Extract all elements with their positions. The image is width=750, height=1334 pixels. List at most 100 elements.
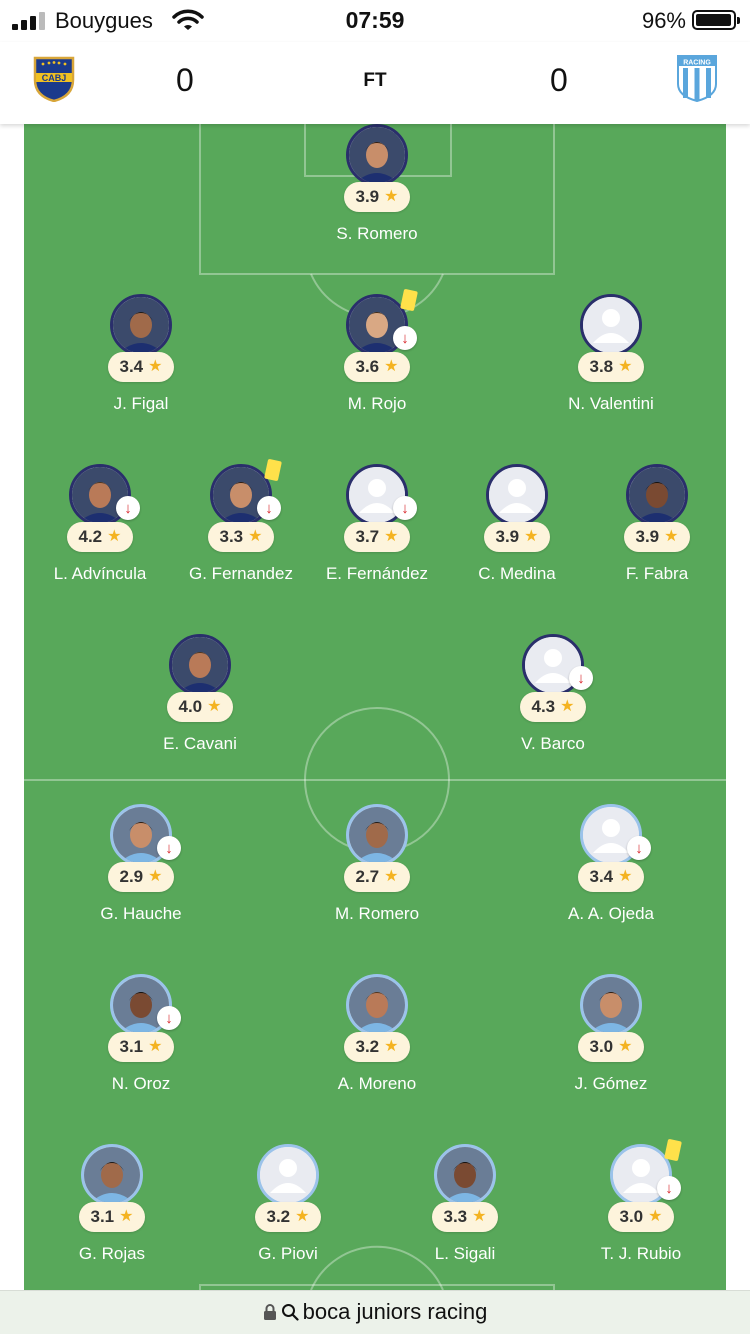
player-rating: 3.7 ★ [344, 522, 410, 552]
person-placeholder-icon [489, 467, 545, 523]
player-rating: 3.4 ★ [108, 352, 174, 382]
url-bar[interactable]: boca juniors racing [0, 1290, 750, 1334]
player-name: F. Fabra [625, 564, 689, 583]
yellow-card-icon [264, 458, 282, 482]
player-photo [113, 297, 169, 353]
match-status: FT [363, 70, 387, 91]
away-player-a-moreno[interactable]: 3.2 ★ A. Moreno [302, 974, 452, 1104]
rating-value: 4.3 [531, 697, 556, 716]
player-avatar [110, 294, 172, 356]
player-rating: 3.1 ★ [108, 1032, 174, 1062]
away-player-m-romero[interactable]: 2.7 ★ M. Romero [302, 804, 452, 934]
player-name: G. Hauche [100, 904, 182, 923]
player-rating: 4.2 ★ [67, 522, 133, 552]
yellow-card-icon [400, 288, 418, 312]
player-photo [349, 977, 405, 1033]
person-placeholder-icon [583, 297, 639, 353]
player-rating: 3.9 ★ [624, 522, 690, 552]
player-avatar [486, 464, 548, 526]
player-rating: 3.1 ★ [79, 1202, 145, 1232]
rating-value: 3.6 [355, 357, 380, 376]
rating-value: 3.4 [119, 357, 144, 376]
player-avatar [580, 294, 642, 356]
home-player-s-romero[interactable]: 3.9 ★ S. Romero [302, 124, 452, 254]
player-rating: 3.3 ★ [208, 522, 274, 552]
rating-value: 3.9 [635, 527, 660, 546]
player-rating: 3.9 ★ [484, 522, 550, 552]
away-player-g-rojas[interactable]: 3.1 ★ G. Rojas [37, 1144, 187, 1274]
rating-value: 3.0 [589, 1037, 614, 1056]
star-icon: ★ [618, 1038, 633, 1055]
player-name: A. A. Ojeda [568, 904, 654, 923]
player-name: G. Rojas [78, 1244, 146, 1263]
player-photo [583, 977, 639, 1033]
player-rating: 4.3 ★ [520, 692, 586, 722]
home-player-v-barco[interactable]: ↓ 4.3 ★ V. Barco [478, 634, 628, 764]
player-rating: 3.6 ★ [344, 352, 410, 382]
star-icon: ★ [119, 1208, 134, 1225]
away-player-t-j-rubio[interactable]: ↓ 3.0 ★ T. J. Rubio [566, 1138, 716, 1274]
player-name: S. Romero [336, 224, 418, 243]
pitch: 3.9 ★ S. Romero 3.4 ★ J. Figal ↓ 3.6 ★ M. Rojo 3.8… [24, 124, 726, 1290]
home-player-n-valentini[interactable]: 3.8 ★ N. Valentini [536, 294, 686, 424]
player-name: J. Figal [113, 394, 169, 413]
score-header: CABJ 0 FT 0 RACING [0, 42, 750, 124]
star-icon: ★ [107, 528, 122, 545]
substitution-out-icon: ↓ [627, 836, 651, 860]
player-name: V. Barco [521, 734, 585, 753]
player-avatar [346, 124, 408, 186]
star-icon: ★ [384, 188, 399, 205]
player-rating: 3.0 ★ [578, 1032, 644, 1062]
player-name: L. Sigali [434, 1244, 496, 1263]
star-icon: ★ [295, 1208, 310, 1225]
player-avatar [580, 974, 642, 1036]
away-team-logo[interactable]: RACING [676, 54, 718, 102]
away-player-g-piovi[interactable]: 3.2 ★ G. Piovi [213, 1144, 363, 1274]
rating-value: 3.8 [589, 357, 614, 376]
star-icon: ★ [618, 358, 633, 375]
star-icon: ★ [148, 868, 163, 885]
battery-percent: 96% [641, 8, 686, 33]
substitution-out-icon: ↓ [116, 496, 140, 520]
away-player-n-oroz[interactable]: ↓ 3.1 ★ N. Oroz [66, 974, 216, 1104]
player-photo [349, 807, 405, 863]
player-photo [437, 1147, 493, 1203]
player-name: M. Romero [334, 904, 420, 923]
clock: 07:59 [345, 7, 405, 33]
player-rating: 4.0 ★ [167, 692, 233, 722]
rating-value: 3.2 [355, 1037, 380, 1056]
yellow-card-icon [664, 1138, 682, 1162]
player-avatar [257, 1144, 319, 1206]
substitution-out-icon: ↓ [157, 836, 181, 860]
player-avatar [434, 1144, 496, 1206]
substitution-out-icon: ↓ [393, 326, 417, 350]
home-player-f-fabra[interactable]: 3.9 ★ F. Fabra [582, 464, 726, 594]
player-name: A. Moreno [337, 1074, 417, 1093]
star-icon: ★ [148, 1038, 163, 1055]
rating-value: 3.4 [589, 867, 614, 886]
home-player-j-figal[interactable]: 3.4 ★ J. Figal [66, 294, 216, 424]
player-rating: 3.3 ★ [432, 1202, 498, 1232]
away-player-g-hauche[interactable]: ↓ 2.9 ★ G. Hauche [66, 804, 216, 934]
person-placeholder-icon [260, 1147, 316, 1203]
away-logo-text: RACING [683, 60, 711, 67]
star-icon: ★ [384, 1038, 399, 1055]
lock-icon [263, 1304, 276, 1320]
away-score: 0 [550, 62, 568, 98]
search-icon [281, 1304, 299, 1321]
substitution-out-icon: ↓ [393, 496, 417, 520]
player-rating: 3.9 ★ [344, 182, 410, 212]
home-player-e-cavani[interactable]: 4.0 ★ E. Cavani [125, 634, 275, 764]
away-player-a-a-ojeda[interactable]: ↓ 3.4 ★ A. A. Ojeda [536, 804, 686, 934]
player-rating: 3.4 ★ [578, 862, 644, 892]
rating-value: 2.7 [355, 867, 380, 886]
search-query: boca juniors racing [302, 1299, 488, 1324]
rating-value: 3.0 [619, 1207, 644, 1226]
player-avatar [346, 804, 408, 866]
player-name: E. Cavani [163, 734, 237, 753]
star-icon: ★ [524, 528, 539, 545]
away-player-j-gomez[interactable]: 3.0 ★ J. Gómez [536, 974, 686, 1104]
away-player-l-sigali[interactable]: 3.3 ★ L. Sigali [390, 1144, 540, 1274]
player-photo [349, 127, 405, 183]
home-player-m-rojo[interactable]: ↓ 3.6 ★ M. Rojo [302, 288, 452, 424]
